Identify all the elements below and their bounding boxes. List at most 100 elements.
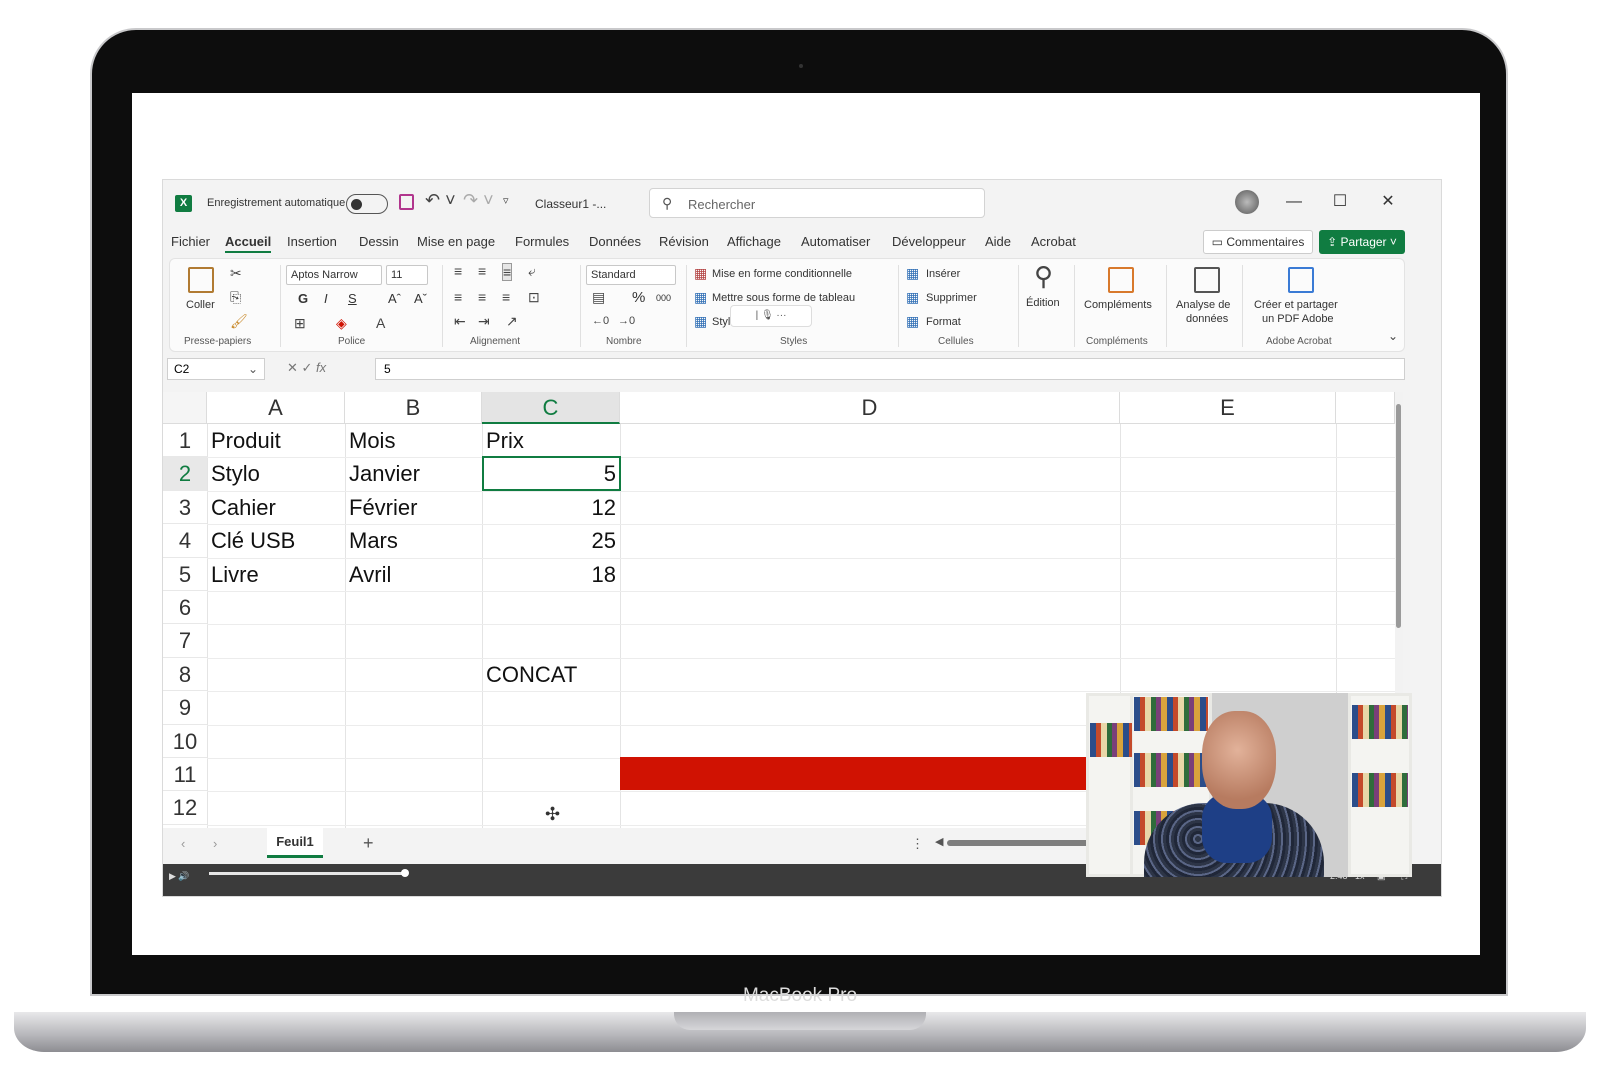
formula-cancel-confirm[interactable]: ✕ ✓ fx xyxy=(287,360,326,376)
align-middle-icon[interactable]: ≡ xyxy=(478,263,486,279)
analyze-data-line1[interactable]: Analyse de xyxy=(1176,299,1230,311)
cell-a4[interactable]: Clé USB xyxy=(207,524,345,557)
align-left-icon[interactable]: ≡ xyxy=(454,289,462,305)
accounting-icon[interactable]: ▤ xyxy=(592,289,605,306)
tab-dessin[interactable]: Dessin xyxy=(359,234,399,249)
search-box[interactable]: ⚲ Rechercher xyxy=(649,188,985,218)
row-header-10[interactable]: 10 xyxy=(163,725,207,758)
row-header-8[interactable]: 8 xyxy=(163,658,207,692)
paste-label[interactable]: Coller xyxy=(186,299,215,311)
align-top-icon[interactable]: ≡ xyxy=(454,263,462,279)
underline-button[interactable]: S xyxy=(348,291,357,306)
conditional-format-icon[interactable]: ▦ xyxy=(694,265,707,282)
mini-toolbar[interactable]: | 🎙 ··· xyxy=(730,305,812,327)
font-name-select[interactable]: Aptos Narrow xyxy=(286,265,382,285)
format-table-icon[interactable]: ▦ xyxy=(694,289,707,306)
ribbon-collapse-icon[interactable]: ⌄ xyxy=(1388,329,1398,343)
cut-icon[interactable]: ✂ xyxy=(230,265,242,282)
orientation-icon[interactable]: ↗ xyxy=(506,313,518,330)
analyze-data-icon[interactable] xyxy=(1194,267,1220,293)
row-header-7[interactable]: 7 xyxy=(163,624,207,658)
cell-b4[interactable]: Mars xyxy=(345,524,482,557)
tab-automatiser[interactable]: Automatiser xyxy=(801,234,870,249)
undo-icon[interactable]: ↶ ˅ xyxy=(425,190,456,211)
add-sheet-button[interactable]: + xyxy=(363,833,374,854)
cell-c8[interactable]: CONCAT xyxy=(482,658,620,691)
tab-affichage[interactable]: Affichage xyxy=(727,234,781,249)
tab-accueil[interactable]: Accueil xyxy=(225,234,272,253)
column-header-d[interactable]: D xyxy=(620,392,1120,424)
tab-donnees[interactable]: Données xyxy=(589,234,641,249)
video-progress-handle[interactable] xyxy=(401,869,409,877)
cell-c5[interactable]: 18 xyxy=(482,558,620,591)
tab-revision[interactable]: Révision xyxy=(659,234,709,249)
row-header-1[interactable]: 1 xyxy=(163,424,207,458)
fill-color-icon[interactable]: ◈ xyxy=(336,315,347,332)
play-icon[interactable]: ▶ 🔊 xyxy=(169,871,190,882)
addins-icon[interactable] xyxy=(1108,267,1134,293)
cell-c4[interactable]: 25 xyxy=(482,524,620,557)
highlighted-range[interactable] xyxy=(620,757,1120,790)
wrap-text-icon[interactable]: ⤶ xyxy=(528,263,536,280)
minimize-icon[interactable]: — xyxy=(1279,190,1309,214)
more-options-icon[interactable]: ⋮ xyxy=(911,836,924,852)
adobe-pdf-icon[interactable] xyxy=(1288,267,1314,293)
analyze-data-line2[interactable]: données xyxy=(1186,313,1228,325)
video-progress[interactable] xyxy=(209,872,405,875)
cell-c3[interactable]: 12 xyxy=(482,491,620,524)
font-color-icon[interactable]: A xyxy=(376,315,385,331)
column-header-a[interactable]: A xyxy=(207,392,345,424)
cell-a2[interactable]: Stylo xyxy=(207,457,345,490)
tab-mise-en-page[interactable]: Mise en page xyxy=(417,234,495,249)
next-sheet-icon[interactable]: › xyxy=(213,836,217,851)
column-header-c[interactable]: C xyxy=(482,392,620,424)
insert-icon[interactable]: ▦ xyxy=(906,265,919,282)
select-all-corner[interactable] xyxy=(163,392,207,424)
row-header-5[interactable]: 5 xyxy=(163,558,207,591)
editing-icon[interactable]: ⚲ xyxy=(1034,261,1053,292)
row-header-12[interactable]: 12 xyxy=(163,791,207,825)
format-painter-icon[interactable]: 🖌 xyxy=(230,313,248,330)
thousands-button[interactable]: 000 xyxy=(656,293,671,303)
cell-styles-icon[interactable]: ▦ xyxy=(694,313,707,330)
delete-icon[interactable]: ▦ xyxy=(906,289,919,306)
percent-button[interactable]: % xyxy=(632,289,645,306)
sheet-tab-feuil1[interactable]: Feuil1 xyxy=(267,828,323,858)
row-header-4[interactable]: 4 xyxy=(163,524,207,558)
editing-button[interactable]: Édition xyxy=(1026,297,1060,309)
cell-a3[interactable]: Cahier xyxy=(207,491,345,524)
align-center-icon[interactable]: ≡ xyxy=(478,289,486,305)
grow-font-button[interactable]: Aˆ xyxy=(388,291,401,306)
insert-button[interactable]: Insérer xyxy=(926,268,960,280)
tab-developpeur[interactable]: Développeur xyxy=(892,234,966,249)
close-icon[interactable]: ✕ xyxy=(1373,190,1403,214)
row-header-11[interactable]: 11 xyxy=(163,758,207,792)
cell-b5[interactable]: Avril xyxy=(345,558,482,591)
tab-formules[interactable]: Formules xyxy=(515,234,569,249)
row-header-9[interactable]: 9 xyxy=(163,691,207,725)
align-bottom-icon[interactable]: ≡ xyxy=(502,263,513,281)
prev-sheet-icon[interactable]: ‹ xyxy=(181,836,185,851)
align-right-icon[interactable]: ≡ xyxy=(502,289,510,305)
increase-indent-icon[interactable]: ⇥ xyxy=(478,313,490,330)
number-format-select[interactable]: Standard xyxy=(586,265,676,285)
cell-a5[interactable]: Livre xyxy=(207,558,345,591)
cell-a1[interactable]: Produit xyxy=(207,424,345,457)
row-header-3[interactable]: 3 xyxy=(163,491,207,525)
tab-acrobat[interactable]: Acrobat xyxy=(1031,234,1076,249)
column-header-f[interactable] xyxy=(1336,392,1395,424)
comments-button[interactable]: ▭ Commentaires xyxy=(1203,230,1313,254)
copy-icon[interactable]: ⎘ xyxy=(230,289,241,306)
delete-button[interactable]: Supprimer xyxy=(926,292,977,304)
create-pdf-line1[interactable]: Créer et partager xyxy=(1254,299,1338,311)
create-pdf-line2[interactable]: un PDF Adobe xyxy=(1262,313,1334,325)
cell-b3[interactable]: Février xyxy=(345,491,482,524)
scroll-left-icon[interactable]: ◀ xyxy=(935,835,943,848)
tab-aide[interactable]: Aide xyxy=(985,234,1011,249)
increase-decimal-icon[interactable]: ←0 xyxy=(592,315,609,327)
merge-center-icon[interactable]: ⊡ xyxy=(528,289,540,306)
save-icon[interactable] xyxy=(399,194,414,210)
cell-b2[interactable]: Janvier xyxy=(345,457,482,490)
tab-insertion[interactable]: Insertion xyxy=(287,234,337,249)
formula-input[interactable]: 5 xyxy=(375,358,1405,380)
